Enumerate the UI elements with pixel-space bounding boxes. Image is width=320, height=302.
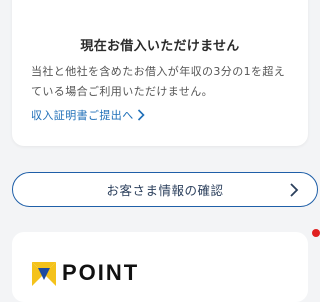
tpoint-card[interactable] — [12, 232, 308, 302]
notification-badge — [312, 229, 320, 237]
tpoint-logo-text: POINT — [62, 260, 140, 285]
chevron-right-icon — [289, 182, 299, 198]
notice-card: 現在お借入いただけません 当社と他社を含めたお借入が年収の3分の1を超えている場… — [12, 0, 308, 146]
income-certificate-link-label: 収入証明書ご提出へ — [31, 109, 134, 122]
customer-info-button[interactable]: お客さま情報の確認 — [12, 172, 318, 207]
customer-info-button-label: お客さま情報の確認 — [106, 183, 224, 198]
notice-body: 当社と他社を含めたお借入が年収の3分の1を超えている場合ご利用いただけません。 — [31, 65, 286, 98]
income-certificate-link[interactable]: 収入証明書ご提出へ — [31, 107, 145, 123]
tpoint-logo-icon — [32, 262, 56, 286]
notice-title: 現在お借入いただけません — [80, 39, 240, 54]
chevron-right-icon — [137, 109, 145, 121]
